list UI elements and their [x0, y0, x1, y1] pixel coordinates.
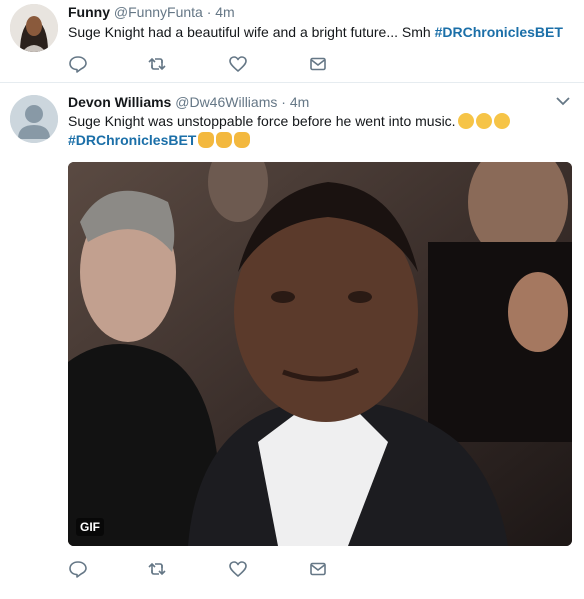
avatar[interactable]	[10, 4, 58, 52]
tweet-body: Suge Knight was unstoppable force before…	[68, 113, 456, 129]
like-icon[interactable]	[228, 54, 248, 74]
retweet-icon[interactable]	[147, 54, 167, 74]
like-icon[interactable]	[228, 559, 248, 579]
worried-face-emoji	[475, 113, 492, 129]
gif-badge: GIF	[76, 518, 104, 536]
direct-message-icon[interactable]	[308, 559, 328, 579]
separator: ·	[281, 94, 286, 110]
reply-icon[interactable]	[68, 54, 88, 74]
user-name[interactable]: Funny	[68, 4, 110, 20]
thumbs-up-emoji	[198, 132, 215, 148]
hashtag-link[interactable]: #DRChroniclesBET	[435, 24, 563, 40]
clapping-hands-emoji	[234, 132, 251, 148]
tweet-text: Suge Knight was unstoppable force before…	[68, 112, 510, 150]
confused-face-emoji	[457, 113, 474, 129]
user-handle[interactable]: @FunnyFunta	[114, 4, 203, 20]
timestamp[interactable]: 4m	[290, 94, 309, 110]
raised-fist-emoji	[216, 132, 233, 148]
timestamp[interactable]: 4m	[215, 4, 234, 20]
tweet-text: Suge Knight had a beautiful wife and a b…	[68, 23, 563, 42]
tweet-body: Suge Knight had a beautiful wife and a b…	[68, 24, 435, 40]
tweet: Devon Williams @Dw46Williams · 4m Suge K…	[0, 84, 584, 599]
direct-message-icon[interactable]	[308, 54, 328, 74]
caret-down-icon[interactable]	[556, 96, 570, 106]
smirking-face-emoji	[493, 113, 510, 129]
retweet-icon[interactable]	[147, 559, 167, 579]
gif-media[interactable]: GIF	[68, 162, 572, 546]
separator: ·	[206, 4, 212, 20]
avatar[interactable]	[10, 95, 58, 143]
user-handle[interactable]: @Dw46Williams	[175, 94, 277, 110]
user-name[interactable]: Devon Williams	[68, 94, 171, 110]
tweet-header: Devon Williams @Dw46Williams · 4m	[68, 93, 309, 111]
hashtag-link[interactable]: #DRChroniclesBET	[68, 132, 196, 148]
tweet: Funny @FunnyFunta · 4m Suge Knight had a…	[0, 0, 584, 83]
reply-icon[interactable]	[68, 559, 88, 579]
tweet-header: Funny @FunnyFunta · 4m	[68, 3, 235, 21]
